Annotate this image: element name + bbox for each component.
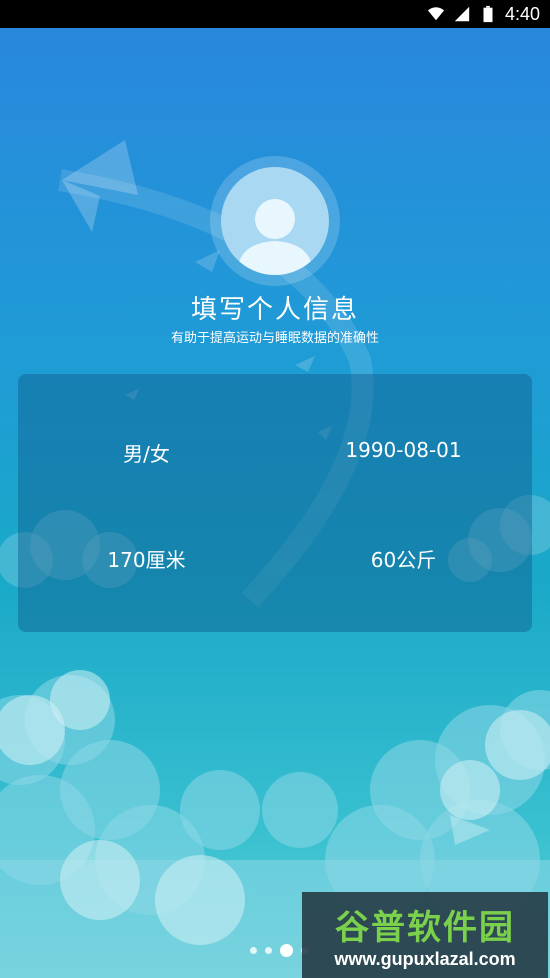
- avatar-button[interactable]: [221, 167, 329, 275]
- weight-field[interactable]: 60公斤: [275, 544, 532, 573]
- wifi-icon: [427, 7, 445, 21]
- user-silhouette-icon: [237, 199, 313, 275]
- page-dot: [265, 947, 272, 954]
- gender-field[interactable]: 男/女: [18, 438, 275, 467]
- page-dot-active: [280, 944, 293, 957]
- signal-icon: [454, 6, 470, 22]
- birthday-field[interactable]: 1990-08-01: [275, 438, 532, 462]
- battery-icon: [483, 5, 493, 23]
- watermark-url: www.gupuxlazal.com: [334, 949, 516, 969]
- page-subtitle: 有助于提高运动与睡眠数据的准确性: [170, 331, 379, 346]
- info-panel: 男/女 1990-08-01 170厘米 60公斤: [18, 374, 532, 632]
- watermark-cn: 谷普软件园: [335, 908, 515, 948]
- watermark-logo: 谷普软件园 www.gupuxlazal.com: [302, 892, 548, 978]
- page-title: 填写个人信息: [190, 295, 359, 325]
- height-field[interactable]: 170厘米: [18, 544, 275, 573]
- status-time: 4:40: [504, 3, 540, 24]
- page-dot: [250, 947, 257, 954]
- paper-plane-icon: [62, 140, 138, 232]
- status-bar: 4:40: [0, 0, 550, 28]
